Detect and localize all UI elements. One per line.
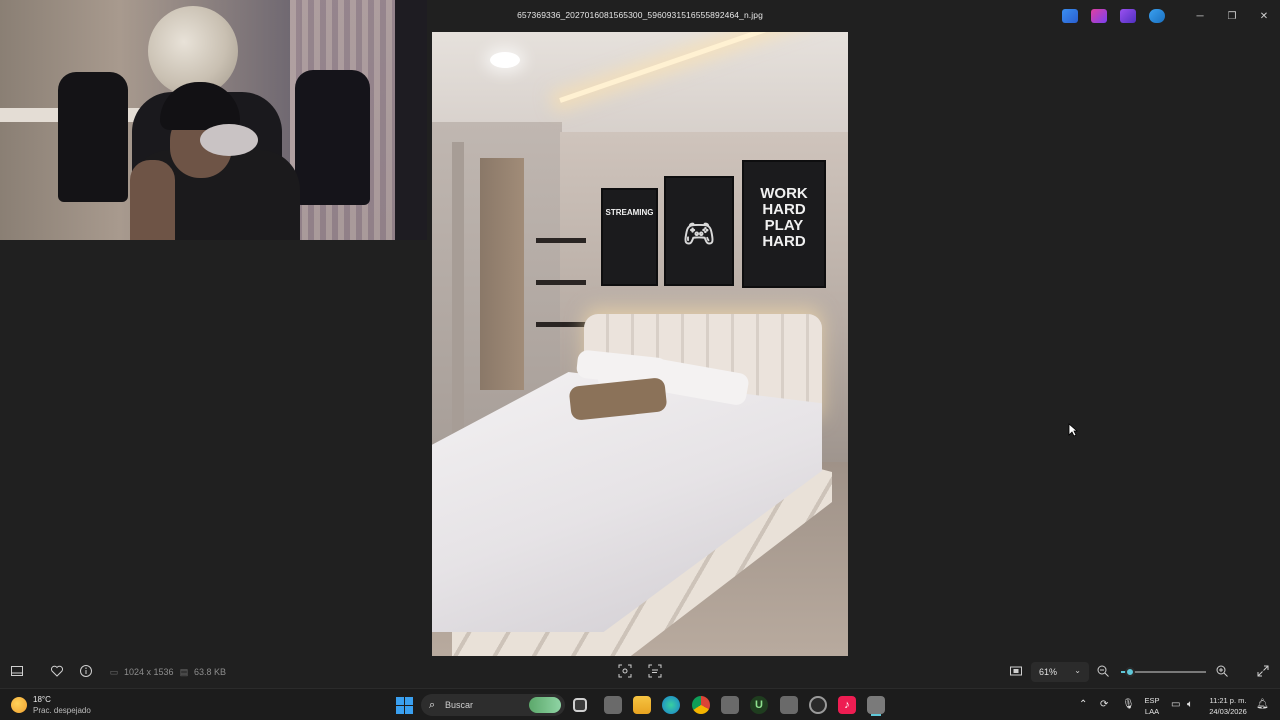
poster-controller: 🎮︎ — [664, 176, 734, 286]
volume-icon[interactable]: 🔈︎ — [1187, 699, 1193, 710]
file-size-icon: ▤ — [179, 667, 189, 677]
windows-logo-pane — [405, 697, 413, 705]
taskbar-search-box[interactable]: ⌕ Buscar — [421, 694, 565, 716]
maximize-button[interactable]: ❐ — [1216, 0, 1248, 32]
clock-time[interactable]: 11:21 p. m. — [1205, 696, 1251, 705]
image-dimensions: 1024 x 1536 — [124, 667, 174, 677]
mouse-cursor — [1068, 423, 1078, 437]
webcam-gaming-chair — [295, 70, 370, 205]
window-title: 657369336_2027016081565300_5960931516555… — [517, 10, 763, 20]
photos-app-icon[interactable] — [867, 696, 885, 714]
bottom-toolbar: ▭ 1024 x 1536 ▤ 63.8 KB 61% ⌄ — [0, 656, 1280, 688]
upwork-icon[interactable]: U — [750, 696, 768, 714]
task-view-icon[interactable] — [573, 698, 587, 712]
windows-logo-pane — [396, 706, 404, 714]
weather-description[interactable]: Prac. despejado — [33, 706, 91, 715]
edit-icon[interactable] — [1062, 9, 1078, 23]
minimize-button[interactable]: ─ — [1184, 0, 1216, 32]
photos-app-window: 657369336_2027016081565300_5960931516555… — [0, 0, 1280, 688]
poster-work-hard: WORK HARD PLAY HARD — [742, 160, 826, 288]
image-ceiling-light — [490, 52, 520, 68]
fit-to-window-icon[interactable] — [1008, 664, 1024, 680]
fullscreen-icon[interactable] — [1255, 664, 1271, 680]
dimensions-icon: ▭ — [109, 667, 119, 677]
image-door-frame — [452, 142, 464, 442]
image-door — [480, 158, 524, 390]
search-icon: ⌕ — [429, 699, 436, 711]
webcam-doorway — [395, 0, 427, 240]
edge-icon[interactable] — [662, 696, 680, 714]
scan-text-icon[interactable] — [647, 664, 663, 680]
file-size: 63.8 KB — [194, 667, 227, 677]
poster-streaming: STREAMING — [601, 188, 658, 286]
obs-icon[interactable] — [809, 696, 827, 714]
zoom-out-icon[interactable] — [1095, 664, 1111, 680]
displayed-image[interactable]: STREAMING 🎮︎ WORK HARD PLAY HARD — [432, 32, 848, 656]
webcam-overlay — [0, 0, 427, 240]
image-shelf — [536, 322, 586, 327]
zoom-slider[interactable] — [1121, 667, 1206, 677]
chevron-down-icon: ⌄ — [1074, 666, 1081, 675]
chevron-up-icon[interactable]: ⌃ — [1079, 699, 1087, 710]
app-icon[interactable] — [780, 696, 798, 714]
windows-logo-pane — [405, 706, 413, 714]
onedrive-icon[interactable] — [1149, 9, 1165, 23]
zoom-value: 61% — [1039, 667, 1058, 677]
clipchamp-icon[interactable] — [1120, 9, 1136, 23]
poster-streaming-text: STREAMING — [605, 208, 654, 217]
visual-search-icon[interactable] — [617, 664, 633, 680]
close-button[interactable]: ✕ — [1248, 0, 1280, 32]
webcam-cap-brim — [200, 124, 258, 156]
input-language-bottom[interactable]: LAA — [1143, 707, 1161, 716]
clock-date[interactable]: 24/03/2026 — [1205, 707, 1251, 716]
designer-icon[interactable] — [1091, 9, 1107, 23]
network-icon[interactable]: ▭ — [1171, 699, 1180, 710]
sync-icon[interactable]: ⟳ — [1100, 699, 1108, 710]
search-highlight-icon — [529, 697, 561, 713]
image-shelf — [536, 280, 586, 285]
app-icon[interactable] — [721, 696, 739, 714]
chrome-icon[interactable] — [692, 696, 710, 714]
microphone-icon[interactable]: 🎙︎ — [1122, 699, 1135, 710]
weather-temperature[interactable]: 18°C — [33, 695, 51, 704]
windows-logo-pane — [396, 697, 404, 705]
poster-work-hard-text: WORK HARD PLAY HARD — [760, 185, 808, 250]
zoom-dropdown[interactable]: 61% ⌄ — [1031, 662, 1089, 682]
weather-partly-sunny-icon[interactable] — [11, 697, 27, 713]
notification-icon[interactable]: 🔔︎ — [1256, 699, 1269, 710]
file-info-icon[interactable] — [78, 664, 94, 680]
image-shelf — [536, 238, 586, 243]
title-bar-app-icons — [1062, 9, 1165, 23]
zoom-slider-thumb[interactable] — [1124, 667, 1135, 677]
filmstrip-icon[interactable] — [9, 664, 25, 680]
taskbar: 18°C Prac. despejado ⌕ Buscar U ♪ ⌃ ⟳ 🎙︎… — [0, 688, 1280, 720]
search-placeholder: Buscar — [445, 700, 474, 710]
file-explorer-icon[interactable] — [633, 696, 651, 714]
app-icon[interactable] — [604, 696, 622, 714]
favorite-heart-icon[interactable] — [49, 664, 65, 680]
tiktok-icon[interactable]: ♪ — [838, 696, 856, 714]
input-language-top[interactable]: ESP — [1143, 696, 1161, 705]
gamepad-icon: 🎮︎ — [682, 218, 716, 248]
start-button[interactable] — [396, 697, 413, 714]
webcam-gaming-chair — [58, 72, 128, 202]
zoom-in-icon[interactable] — [1214, 664, 1230, 680]
webcam-person-arm — [130, 160, 175, 240]
window-controls: ─ ❐ ✕ — [1184, 0, 1280, 32]
